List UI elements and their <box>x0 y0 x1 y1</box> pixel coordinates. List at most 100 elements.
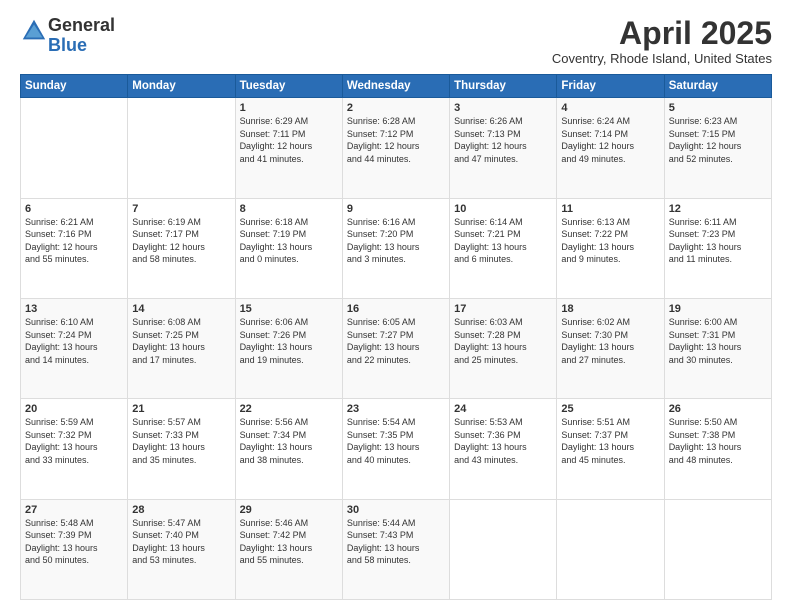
day-number: 20 <box>25 403 123 415</box>
week-row-2: 6Sunrise: 6:21 AM Sunset: 7:16 PM Daylig… <box>21 198 772 298</box>
day-info: Sunrise: 6:28 AM Sunset: 7:12 PM Dayligh… <box>347 115 445 165</box>
day-info: Sunrise: 6:11 AM Sunset: 7:23 PM Dayligh… <box>669 216 767 266</box>
week-row-4: 20Sunrise: 5:59 AM Sunset: 7:32 PM Dayli… <box>21 399 772 499</box>
day-info: Sunrise: 5:59 AM Sunset: 7:32 PM Dayligh… <box>25 416 123 466</box>
calendar-table: Sunday Monday Tuesday Wednesday Thursday… <box>20 74 772 600</box>
day-number: 8 <box>240 203 338 215</box>
day-number: 27 <box>25 504 123 516</box>
cell-w1-d5: 3Sunrise: 6:26 AM Sunset: 7:13 PM Daylig… <box>450 98 557 198</box>
day-number: 11 <box>561 203 659 215</box>
week-row-1: 1Sunrise: 6:29 AM Sunset: 7:11 PM Daylig… <box>21 98 772 198</box>
day-info: Sunrise: 6:18 AM Sunset: 7:19 PM Dayligh… <box>240 216 338 266</box>
day-info: Sunrise: 6:08 AM Sunset: 7:25 PM Dayligh… <box>132 316 230 366</box>
day-info: Sunrise: 5:47 AM Sunset: 7:40 PM Dayligh… <box>132 517 230 567</box>
cell-w2-d4: 9Sunrise: 6:16 AM Sunset: 7:20 PM Daylig… <box>342 198 449 298</box>
week-row-5: 27Sunrise: 5:48 AM Sunset: 7:39 PM Dayli… <box>21 499 772 599</box>
cell-w1-d7: 5Sunrise: 6:23 AM Sunset: 7:15 PM Daylig… <box>664 98 771 198</box>
logo: General Blue <box>20 16 115 56</box>
day-number: 19 <box>669 303 767 315</box>
logo-blue-text: Blue <box>48 35 87 55</box>
col-thursday: Thursday <box>450 75 557 98</box>
day-info: Sunrise: 5:57 AM Sunset: 7:33 PM Dayligh… <box>132 416 230 466</box>
cell-w4-d3: 22Sunrise: 5:56 AM Sunset: 7:34 PM Dayli… <box>235 399 342 499</box>
month-title: April 2025 <box>552 16 772 51</box>
day-number: 9 <box>347 203 445 215</box>
cell-w1-d4: 2Sunrise: 6:28 AM Sunset: 7:12 PM Daylig… <box>342 98 449 198</box>
cell-w4-d7: 26Sunrise: 5:50 AM Sunset: 7:38 PM Dayli… <box>664 399 771 499</box>
location: Coventry, Rhode Island, United States <box>552 51 772 66</box>
day-number: 28 <box>132 504 230 516</box>
day-info: Sunrise: 6:23 AM Sunset: 7:15 PM Dayligh… <box>669 115 767 165</box>
day-number: 23 <box>347 403 445 415</box>
day-number: 2 <box>347 102 445 114</box>
title-block: April 2025 Coventry, Rhode Island, Unite… <box>552 16 772 66</box>
day-number: 25 <box>561 403 659 415</box>
calendar-header-row: Sunday Monday Tuesday Wednesday Thursday… <box>21 75 772 98</box>
cell-w4-d4: 23Sunrise: 5:54 AM Sunset: 7:35 PM Dayli… <box>342 399 449 499</box>
day-number: 12 <box>669 203 767 215</box>
cell-w2-d5: 10Sunrise: 6:14 AM Sunset: 7:21 PM Dayli… <box>450 198 557 298</box>
cell-w1-d1 <box>21 98 128 198</box>
cell-w5-d6 <box>557 499 664 599</box>
col-saturday: Saturday <box>664 75 771 98</box>
cell-w5-d1: 27Sunrise: 5:48 AM Sunset: 7:39 PM Dayli… <box>21 499 128 599</box>
cell-w3-d6: 18Sunrise: 6:02 AM Sunset: 7:30 PM Dayli… <box>557 298 664 398</box>
col-tuesday: Tuesday <box>235 75 342 98</box>
cell-w5-d7 <box>664 499 771 599</box>
cell-w1-d3: 1Sunrise: 6:29 AM Sunset: 7:11 PM Daylig… <box>235 98 342 198</box>
day-info: Sunrise: 6:03 AM Sunset: 7:28 PM Dayligh… <box>454 316 552 366</box>
day-number: 7 <box>132 203 230 215</box>
day-info: Sunrise: 6:13 AM Sunset: 7:22 PM Dayligh… <box>561 216 659 266</box>
day-info: Sunrise: 5:44 AM Sunset: 7:43 PM Dayligh… <box>347 517 445 567</box>
day-info: Sunrise: 6:16 AM Sunset: 7:20 PM Dayligh… <box>347 216 445 266</box>
day-info: Sunrise: 5:56 AM Sunset: 7:34 PM Dayligh… <box>240 416 338 466</box>
day-info: Sunrise: 6:29 AM Sunset: 7:11 PM Dayligh… <box>240 115 338 165</box>
page: General Blue April 2025 Coventry, Rhode … <box>0 0 792 612</box>
day-info: Sunrise: 5:54 AM Sunset: 7:35 PM Dayligh… <box>347 416 445 466</box>
cell-w4-d6: 25Sunrise: 5:51 AM Sunset: 7:37 PM Dayli… <box>557 399 664 499</box>
col-friday: Friday <box>557 75 664 98</box>
cell-w4-d2: 21Sunrise: 5:57 AM Sunset: 7:33 PM Dayli… <box>128 399 235 499</box>
week-row-3: 13Sunrise: 6:10 AM Sunset: 7:24 PM Dayli… <box>21 298 772 398</box>
day-info: Sunrise: 5:53 AM Sunset: 7:36 PM Dayligh… <box>454 416 552 466</box>
day-info: Sunrise: 5:48 AM Sunset: 7:39 PM Dayligh… <box>25 517 123 567</box>
day-info: Sunrise: 6:21 AM Sunset: 7:16 PM Dayligh… <box>25 216 123 266</box>
cell-w3-d1: 13Sunrise: 6:10 AM Sunset: 7:24 PM Dayli… <box>21 298 128 398</box>
day-number: 4 <box>561 102 659 114</box>
day-info: Sunrise: 6:10 AM Sunset: 7:24 PM Dayligh… <box>25 316 123 366</box>
day-number: 22 <box>240 403 338 415</box>
day-number: 6 <box>25 203 123 215</box>
col-monday: Monday <box>128 75 235 98</box>
day-number: 17 <box>454 303 552 315</box>
cell-w3-d5: 17Sunrise: 6:03 AM Sunset: 7:28 PM Dayli… <box>450 298 557 398</box>
day-number: 21 <box>132 403 230 415</box>
col-sunday: Sunday <box>21 75 128 98</box>
cell-w5-d2: 28Sunrise: 5:47 AM Sunset: 7:40 PM Dayli… <box>128 499 235 599</box>
cell-w1-d2 <box>128 98 235 198</box>
day-number: 1 <box>240 102 338 114</box>
cell-w4-d5: 24Sunrise: 5:53 AM Sunset: 7:36 PM Dayli… <box>450 399 557 499</box>
cell-w5-d5 <box>450 499 557 599</box>
logo-icon <box>20 17 48 45</box>
day-number: 29 <box>240 504 338 516</box>
day-info: Sunrise: 6:24 AM Sunset: 7:14 PM Dayligh… <box>561 115 659 165</box>
day-info: Sunrise: 6:05 AM Sunset: 7:27 PM Dayligh… <box>347 316 445 366</box>
day-number: 14 <box>132 303 230 315</box>
cell-w3-d3: 15Sunrise: 6:06 AM Sunset: 7:26 PM Dayli… <box>235 298 342 398</box>
cell-w3-d7: 19Sunrise: 6:00 AM Sunset: 7:31 PM Dayli… <box>664 298 771 398</box>
day-number: 24 <box>454 403 552 415</box>
day-number: 16 <box>347 303 445 315</box>
cell-w4-d1: 20Sunrise: 5:59 AM Sunset: 7:32 PM Dayli… <box>21 399 128 499</box>
day-number: 18 <box>561 303 659 315</box>
day-info: Sunrise: 6:19 AM Sunset: 7:17 PM Dayligh… <box>132 216 230 266</box>
cell-w2-d1: 6Sunrise: 6:21 AM Sunset: 7:16 PM Daylig… <box>21 198 128 298</box>
day-info: Sunrise: 5:50 AM Sunset: 7:38 PM Dayligh… <box>669 416 767 466</box>
day-number: 30 <box>347 504 445 516</box>
cell-w1-d6: 4Sunrise: 6:24 AM Sunset: 7:14 PM Daylig… <box>557 98 664 198</box>
header: General Blue April 2025 Coventry, Rhode … <box>20 16 772 66</box>
day-info: Sunrise: 6:06 AM Sunset: 7:26 PM Dayligh… <box>240 316 338 366</box>
day-info: Sunrise: 6:14 AM Sunset: 7:21 PM Dayligh… <box>454 216 552 266</box>
day-info: Sunrise: 5:46 AM Sunset: 7:42 PM Dayligh… <box>240 517 338 567</box>
cell-w5-d4: 30Sunrise: 5:44 AM Sunset: 7:43 PM Dayli… <box>342 499 449 599</box>
day-info: Sunrise: 5:51 AM Sunset: 7:37 PM Dayligh… <box>561 416 659 466</box>
